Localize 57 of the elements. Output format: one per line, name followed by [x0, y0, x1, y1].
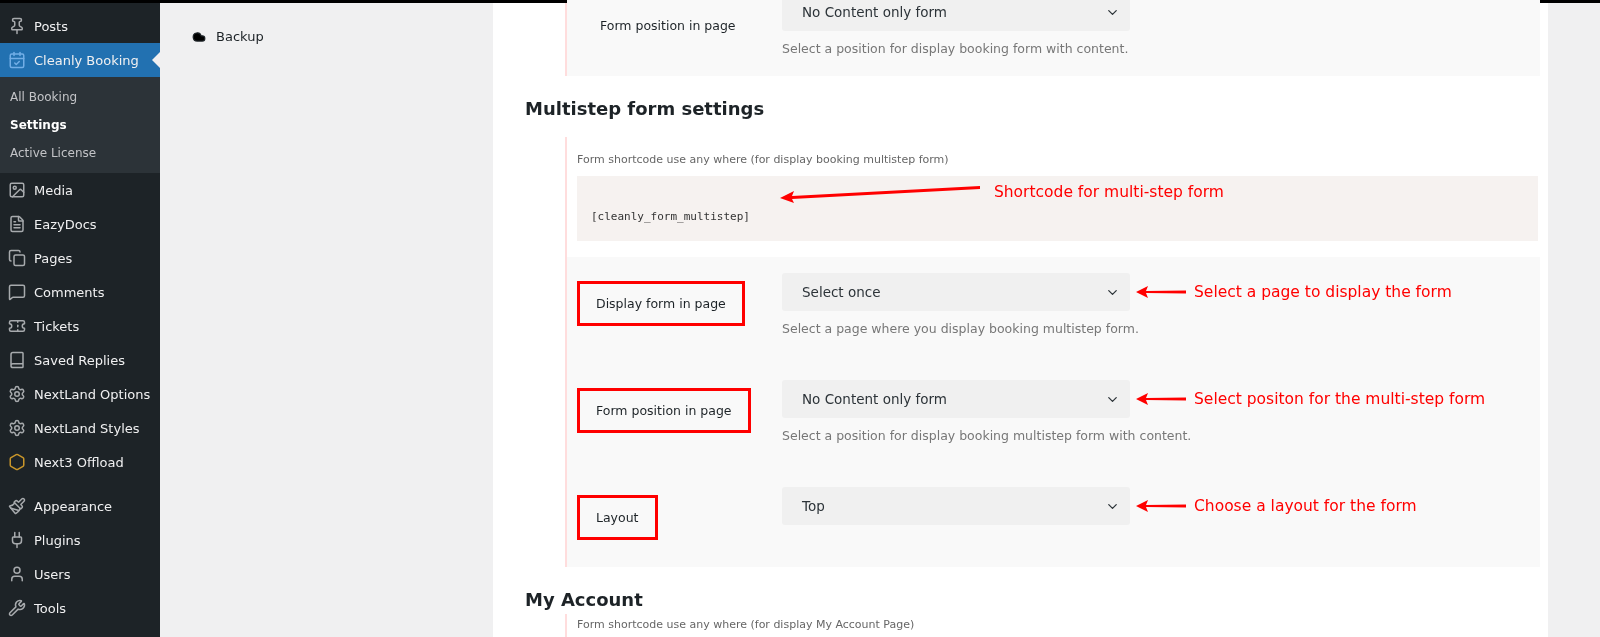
help-text: Select a page where you display booking multistep form. [782, 321, 1139, 336]
sidebar-item[interactable]: Cleanly Booking [0, 43, 160, 77]
annotation-arrow [1136, 500, 1186, 512]
pin-icon [8, 17, 26, 35]
calendar-icon [8, 51, 26, 69]
annotation-arrow [1136, 286, 1186, 298]
wrench-icon [8, 599, 26, 617]
sidebar-item[interactable]: Media [0, 173, 160, 207]
user-icon [8, 565, 26, 583]
book-icon [8, 351, 26, 369]
shortcode-label: Form shortcode use any where (for display My Account Page) [576, 617, 916, 633]
annotation-text: Choose a layout for the form [1194, 497, 1417, 515]
sidebar-item[interactable]: Appearance [0, 489, 160, 523]
sidebar-item[interactable]: Saved Replies [0, 343, 160, 377]
sidebar-item[interactable]: Posts [0, 9, 160, 43]
nav-link[interactable]: Backup [192, 29, 493, 44]
ticket-icon [8, 317, 26, 335]
field-label: Form position in page [577, 388, 751, 433]
field-label: Display form in page [577, 281, 745, 326]
hexagon-icon [8, 453, 26, 471]
sidebar-item[interactable]: Users [0, 557, 160, 591]
gear-icon [8, 385, 26, 403]
help-text: Select a position for display booking multistep form with content. [782, 428, 1192, 443]
shortcode-text: [cleanly_form_multistep] [591, 210, 750, 223]
select-dropdown[interactable]: No Content only form [782, 380, 1130, 418]
shortcode-label: Form shortcode use any where (for display booking multistep form) [576, 152, 950, 168]
annotation-arrow [1136, 393, 1186, 405]
sidebar-item[interactable]: NextLand Styles [0, 411, 160, 445]
field-label: Layout [577, 495, 658, 540]
select-dropdown[interactable]: Top [782, 487, 1130, 525]
section-heading: My Account [525, 588, 644, 612]
paintbrush-icon [8, 497, 26, 515]
select-dropdown[interactable]: Select once [782, 273, 1130, 311]
speech-bubble-icon [8, 283, 26, 301]
help-text: Select a position for display booking form with content. [782, 41, 1129, 56]
sidebar-item[interactable]: NextLand Options [0, 377, 160, 411]
submenu-item[interactable]: Settings [0, 111, 160, 139]
pages-icon [8, 249, 26, 267]
gear-icon [8, 419, 26, 437]
sidebar-item[interactable]: Pages [0, 241, 160, 275]
annotation-text: Select positon for the multi-step form [1194, 390, 1486, 408]
select-dropdown[interactable]: No Content only form [782, 0, 1130, 31]
sidebar-item[interactable]: Next3 Offload [0, 445, 160, 479]
sidebar-item[interactable]: Tickets [0, 309, 160, 343]
annotation-text: Select a page to display the form [1194, 283, 1452, 301]
submenu-item[interactable]: Active License [0, 139, 160, 167]
sidebar-item[interactable]: EazyDocs [0, 207, 160, 241]
submenu-item[interactable]: All Booking [0, 83, 160, 111]
sidebar-item[interactable]: Plugins [0, 523, 160, 557]
image-icon [8, 181, 26, 199]
field-label: Form position in page [599, 17, 737, 35]
annotation-text: Shortcode for multi-step form [993, 183, 1224, 201]
cloud-icon [192, 29, 206, 44]
sidebar-item[interactable]: Tools [0, 591, 160, 625]
document-icon [8, 215, 26, 233]
section-heading: Multistep form settings [525, 97, 766, 121]
sidebar-item[interactable]: Comments [0, 275, 160, 309]
